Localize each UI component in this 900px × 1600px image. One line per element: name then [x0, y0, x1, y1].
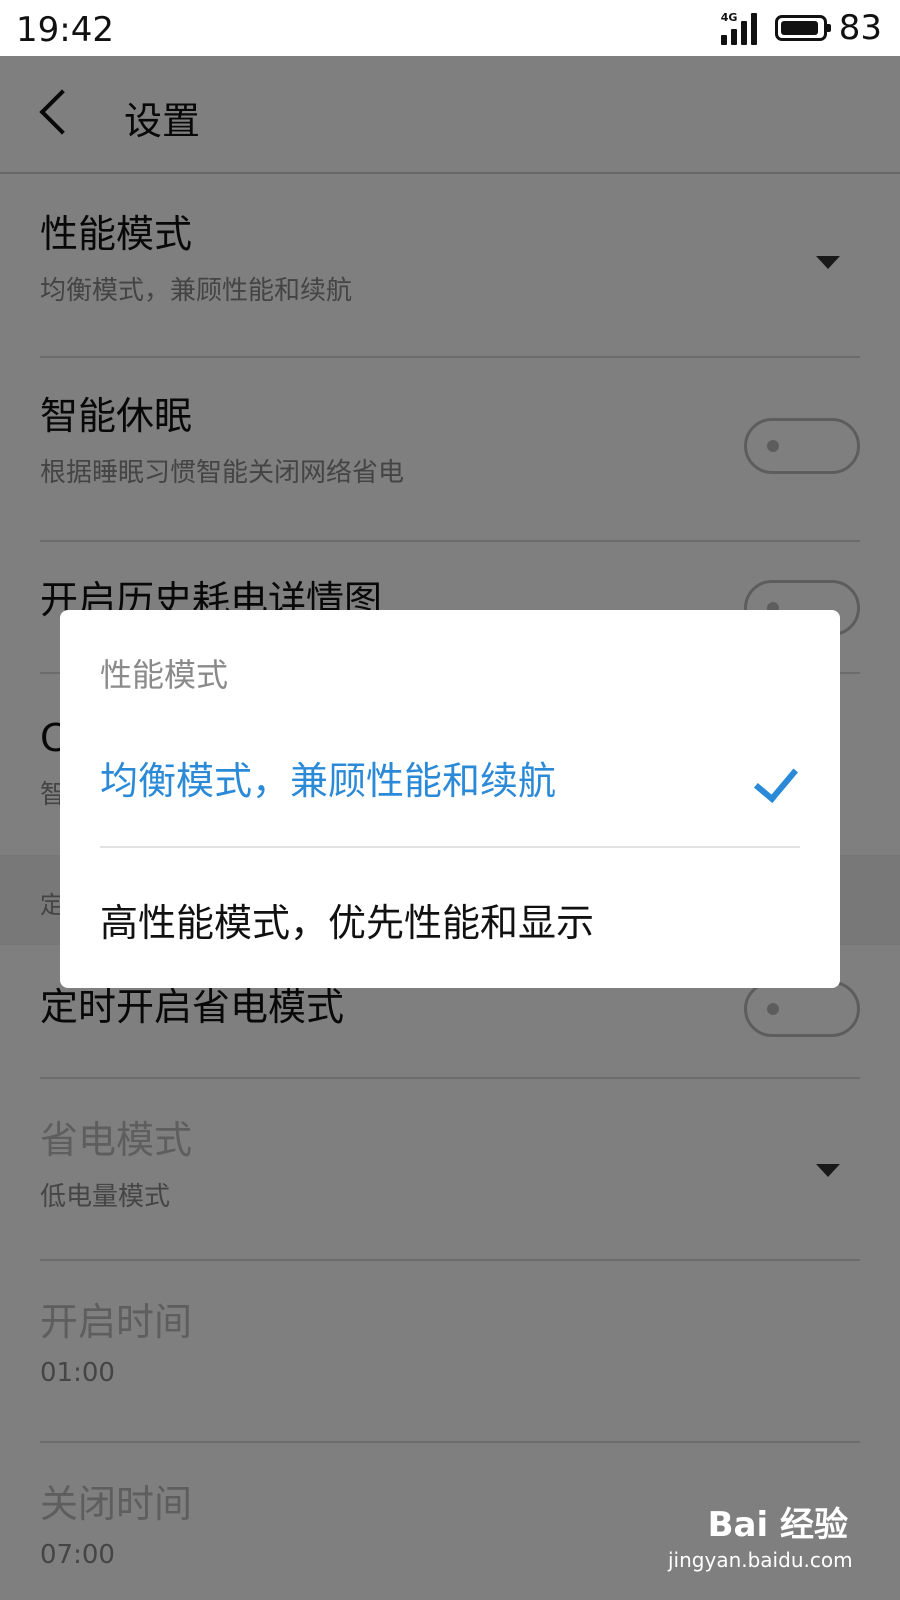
option-balanced[interactable]: 均衡模式，兼顾性能和续航 [100, 750, 800, 810]
signal-icon: 4G [719, 11, 763, 45]
status-bar: 19:42 4G 83 [0, 0, 900, 56]
watermark-url: jingyan.baidu.com [668, 1548, 853, 1572]
performance-mode-dialog: 性能模式 均衡模式，兼顾性能和续航 高性能模式，优先性能和显示 [60, 610, 840, 988]
baidu-watermark: Bai 经验 jingyan.baidu.com [668, 1497, 853, 1572]
checkmark-icon [753, 756, 799, 804]
battery-level: 83 [838, 8, 882, 48]
watermark-logo: Bai 经验 [707, 1505, 848, 1545]
option-label: 均衡模式，兼顾性能和续航 [100, 759, 557, 803]
dialog-divider [100, 846, 800, 848]
option-high-performance[interactable]: 高性能模式，优先性能和显示 [100, 892, 800, 952]
option-label: 高性能模式，优先性能和显示 [100, 901, 595, 945]
battery-icon [774, 15, 831, 41]
status-time: 19:42 [16, 10, 114, 50]
status-icons: 4G 83 [719, 8, 882, 48]
network-type: 4G [720, 11, 738, 24]
dialog-title: 性能模式 [100, 656, 229, 694]
